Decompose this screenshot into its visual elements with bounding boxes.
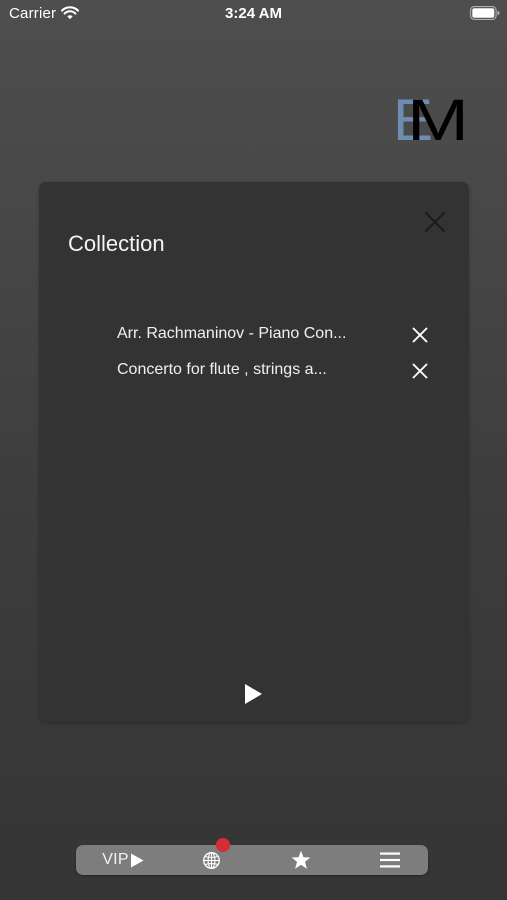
battery-icon: [470, 6, 500, 20]
status-time: 3:24 AM: [225, 5, 282, 22]
bottom-toolbar: VIP: [76, 838, 428, 875]
play-icon: [130, 853, 144, 867]
vip-button[interactable]: VIP: [90, 845, 156, 875]
collection-list: Arr. Rachmaninov - Piano Con... Concerto…: [117, 316, 437, 388]
status-bar: Carrier 3:24 AM: [0, 0, 507, 28]
globe-icon: [202, 851, 220, 869]
collection-title: Collection: [68, 231, 165, 256]
favorites-button[interactable]: [286, 845, 316, 875]
list-item-title[interactable]: Arr. Rachmaninov - Piano Con...: [117, 325, 357, 343]
vip-label: VIP: [102, 851, 129, 868]
close-icon[interactable]: [423, 210, 447, 234]
collection-panel: Collection Arr. Rachmaninov - Piano Con.…: [39, 182, 469, 722]
app-logo: E M: [393, 92, 469, 144]
list-item-title[interactable]: Concerto for flute , strings a...: [117, 361, 357, 379]
list-item[interactable]: Arr. Rachmaninov - Piano Con...: [117, 316, 437, 352]
menu-button[interactable]: [375, 845, 405, 875]
notification-badge: [216, 838, 230, 852]
play-icon[interactable]: [242, 682, 264, 706]
remove-icon[interactable]: [412, 327, 428, 343]
star-icon: [291, 850, 311, 869]
remove-icon[interactable]: [412, 363, 428, 379]
list-item[interactable]: Concerto for flute , strings a...: [117, 352, 437, 388]
menu-icon: [380, 852, 400, 868]
svg-text:M: M: [407, 92, 469, 144]
